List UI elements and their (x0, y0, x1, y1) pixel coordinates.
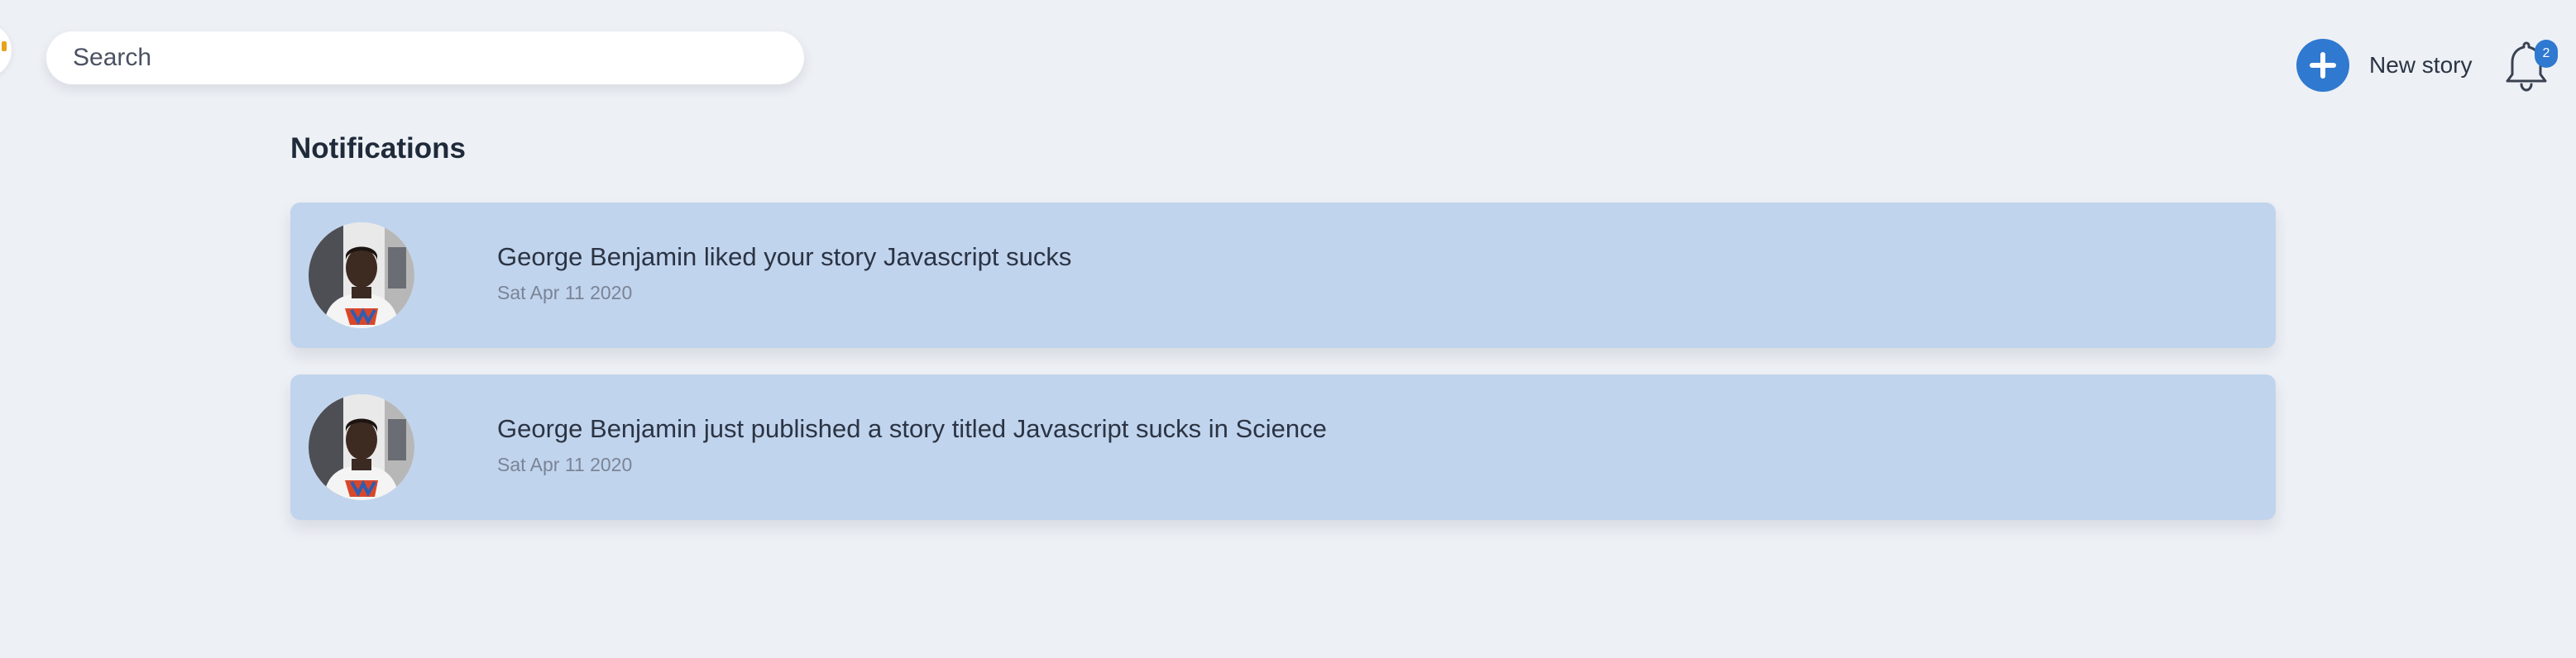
notification-text: George Benjamin liked your story Javascr… (497, 242, 1072, 271)
notification-text: George Benjamin just published a story t… (497, 414, 1327, 443)
user-avatar[interactable] (309, 222, 414, 328)
page: New story 2 Notifications George Benj (0, 0, 2576, 658)
user-avatar[interactable] (309, 394, 414, 500)
plus-icon[interactable] (2296, 39, 2349, 92)
new-story-label[interactable]: New story (2369, 52, 2472, 79)
logo-mark-icon (2, 41, 7, 51)
notification-item[interactable]: George Benjamin liked your story Javascr… (290, 203, 2276, 348)
new-story-button[interactable]: New story (2296, 39, 2472, 92)
notifications-bell-button[interactable]: 2 (2500, 36, 2558, 96)
notification-date: Sat Apr 11 2020 (497, 454, 633, 475)
app-logo[interactable] (0, 23, 12, 78)
search-input[interactable] (46, 31, 804, 84)
notification-count-badge: 2 (2535, 40, 2558, 68)
notification-date: Sat Apr 11 2020 (497, 282, 633, 303)
notification-item[interactable]: George Benjamin just published a story t… (290, 374, 2276, 520)
page-title: Notifications (290, 132, 466, 164)
